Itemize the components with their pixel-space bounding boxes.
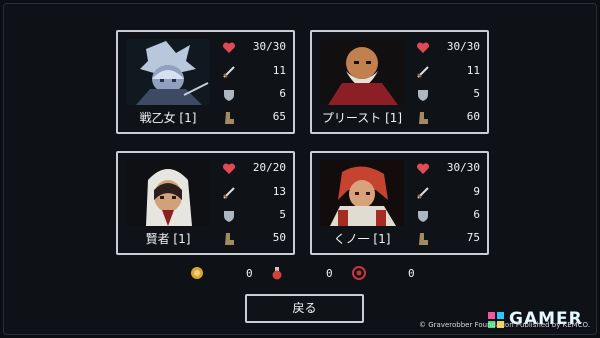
potion-count: 0 [326, 267, 333, 280]
shield-icon [224, 211, 234, 222]
priest-portrait [320, 39, 404, 105]
hp-value: 20/20 [252, 161, 286, 174]
game-screen: 戦乙女 [1] 30/30 11 6 65 プリースト [1] 30/30 11… [3, 3, 597, 335]
speed-value: 75 [466, 231, 480, 244]
sword-icon [223, 66, 235, 78]
speed-stat: 65 [222, 110, 286, 126]
speed-value: 50 [272, 231, 286, 244]
boot-icon [225, 233, 234, 245]
back-button[interactable]: 戻る [245, 294, 364, 323]
hp-value: 30/30 [446, 161, 480, 174]
sage-portrait [126, 160, 210, 226]
defense-stat: 5 [222, 208, 286, 224]
attack-value: 13 [272, 185, 286, 198]
defense-value: 5 [473, 87, 480, 100]
shield-icon [224, 90, 234, 101]
speed-stat: 50 [222, 231, 286, 247]
sword-icon [417, 66, 429, 78]
party-member-name: 戦乙女 [1] [139, 111, 197, 125]
hp-value: 30/30 [252, 40, 286, 53]
attack-value: 11 [466, 64, 480, 77]
defense-stat: 6 [222, 87, 286, 103]
party-card-sage[interactable]: 賢者 [1] 20/20 13 5 50 [116, 151, 295, 255]
potion-icon [272, 267, 282, 280]
party-member-name: くノ一 [1] [333, 232, 391, 246]
party-card-valkyrie[interactable]: 戦乙女 [1] 30/30 11 6 65 [116, 30, 295, 134]
shield-icon [418, 211, 428, 222]
hp-stat: 20/20 [222, 161, 286, 177]
attack-stat: 9 [416, 185, 480, 201]
defense-value: 6 [279, 87, 286, 100]
rune-count: 0 [408, 267, 415, 280]
hp-value: 30/30 [446, 40, 480, 53]
hp-stat: 30/30 [416, 40, 480, 56]
boot-icon [419, 112, 428, 124]
boot-icon [225, 112, 234, 124]
heart-icon [222, 42, 236, 53]
party-card-priest[interactable]: プリースト [1] 30/30 11 5 60 [310, 30, 489, 134]
sword-icon [417, 187, 429, 199]
attack-stat: 13 [222, 185, 286, 201]
rune-icon [352, 266, 366, 280]
attack-stat: 11 [416, 64, 480, 80]
coin-item: 0 [190, 266, 253, 282]
party-member-name: 賢者 [1] [145, 232, 191, 246]
speed-stat: 60 [416, 110, 480, 126]
speed-value: 65 [272, 110, 286, 123]
inventory-row: 0 0 0 [4, 266, 600, 282]
coin-icon [191, 267, 203, 279]
defense-value: 5 [279, 208, 286, 221]
shield-icon [418, 90, 428, 101]
rune-item: 0 [352, 266, 415, 282]
party-member-name: プリースト [1] [321, 111, 403, 125]
sword-icon [223, 187, 235, 199]
hp-stat: 30/30 [416, 161, 480, 177]
party-card-kunoichi[interactable]: くノ一 [1] 30/30 9 6 75 [310, 151, 489, 255]
attack-value: 11 [272, 64, 286, 77]
potion-item: 0 [270, 266, 333, 282]
defense-stat: 5 [416, 87, 480, 103]
heart-icon [222, 163, 236, 174]
coin-count: 0 [246, 267, 253, 280]
heart-icon [416, 42, 430, 53]
speed-value: 60 [466, 110, 480, 123]
attack-value: 9 [473, 185, 480, 198]
copyright-text: © Graverobber Foundation Published by KE… [419, 321, 590, 329]
hp-stat: 30/30 [222, 40, 286, 56]
defense-stat: 6 [416, 208, 480, 224]
speed-stat: 75 [416, 231, 480, 247]
valkyrie-portrait [126, 39, 210, 105]
defense-value: 6 [473, 208, 480, 221]
boot-icon [419, 233, 428, 245]
heart-icon [416, 163, 430, 174]
attack-stat: 11 [222, 64, 286, 80]
kunoichi-portrait [320, 160, 404, 226]
